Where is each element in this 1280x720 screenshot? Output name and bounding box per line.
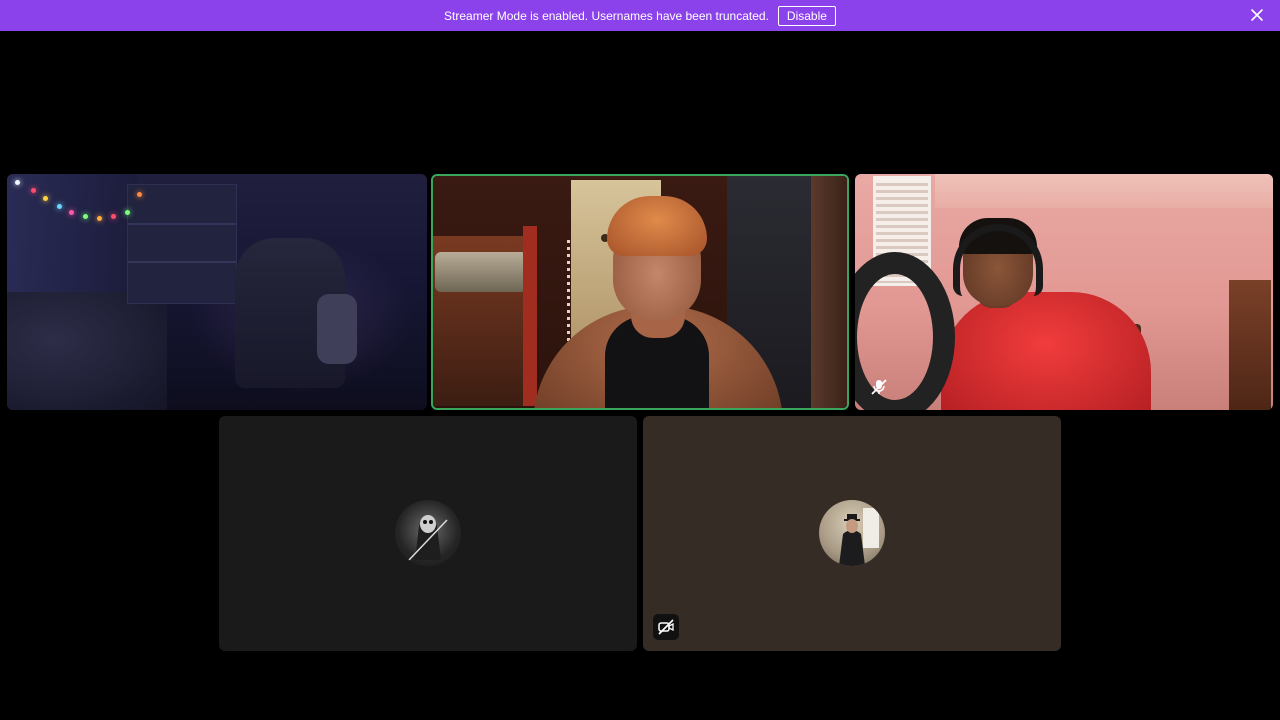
avatar-tile-4[interactable] — [219, 416, 637, 651]
streamer-mode-banner: Streamer Mode is enabled. Usernames have… — [0, 0, 1280, 31]
avatar-suit-icon — [839, 508, 879, 566]
avatar — [819, 500, 885, 566]
close-icon[interactable] — [1250, 8, 1264, 22]
camera-off-badge — [653, 614, 679, 640]
streamer-mode-message: Streamer Mode is enabled. Usernames have… — [444, 8, 769, 23]
avatar — [395, 500, 461, 566]
avatar-reaper-icon — [408, 515, 448, 561]
video-tile-1[interactable] — [7, 174, 427, 410]
video-off-icon — [658, 619, 674, 635]
avatar-tile-5[interactable] — [643, 416, 1061, 651]
video-tile-3[interactable] — [855, 174, 1273, 410]
mic-muted-icon — [871, 379, 887, 395]
video-tile-2-speaking[interactable] — [431, 174, 849, 410]
disable-streamer-mode-button[interactable]: Disable — [777, 5, 836, 26]
